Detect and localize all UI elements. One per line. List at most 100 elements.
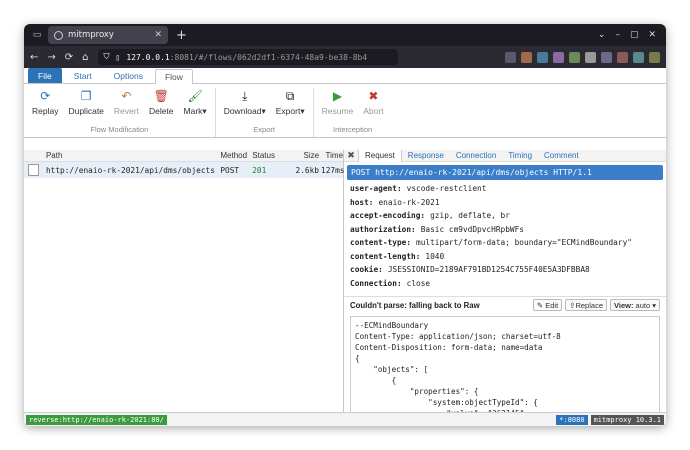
header-key: authorization: [350,224,416,234]
col-time[interactable]: Time [321,151,343,160]
resume-button[interactable]: ▶ Resume [320,88,356,124]
shield-icon[interactable]: ⛉ [104,52,110,62]
ribbon-group: ▶ Resume ✖ Abort Interception [320,88,392,137]
col-method[interactable]: Method [218,151,250,160]
header-row[interactable]: cookie: JSESSIONID=2189AF791BD1254C755F40… [350,263,660,277]
tab-options[interactable]: Options [104,68,153,83]
cell-time: 127ms [321,165,345,175]
request-body[interactable]: --ECMindBoundary Content-Type: applicati… [350,316,660,412]
header-key: Connection: [350,278,402,288]
browser-navbar: ← → ⟳ ⌂ ⛉ ▯ 127.0.0.1:8081/#/flows/062d2… [24,46,666,68]
extension-icon[interactable] [633,51,644,63]
tab-overview-icon[interactable]: ▭ [30,28,44,42]
forward-icon[interactable]: → [47,52,55,63]
button-label: Duplicate [68,106,104,116]
window-controls: ⌄ – ▢ ✕ [598,30,666,40]
button-label: Export▾ [275,106,305,116]
revert-button[interactable]: ↶ Revert [112,88,141,124]
request-line[interactable]: POST http://enaio-rk-2021/api/dms/object… [347,165,663,180]
replace-button[interactable]: ⇪Replace [565,299,607,311]
browser-tab[interactable]: mitmproxy ✕ [48,26,168,44]
download-button[interactable]: ⤓ Download▾ [222,88,268,124]
tab-request[interactable]: Request [358,150,402,162]
header-row[interactable]: Connection: close [350,277,660,291]
export-button[interactable]: ⧉ Export▾ [274,88,307,124]
minimize-icon[interactable]: ⌄ [598,30,606,40]
header-value: enaio-rk-2021 [378,197,440,207]
button-label: Delete [148,106,174,116]
duplicate-button[interactable]: ❐ Duplicate [66,88,105,124]
header-row[interactable]: content-type: multipart/form-data; bounda… [350,236,660,250]
tab-flow[interactable]: Flow [154,69,193,84]
home-icon[interactable]: ⌂ [82,52,88,63]
extension-icon[interactable] [521,51,532,63]
edit-button[interactable]: ✎ Edit [532,299,563,311]
tab-close-icon[interactable]: ✕ [154,30,162,40]
tab-connection[interactable]: Connection [450,150,502,162]
page-icon: ▯ [115,52,121,62]
url-bar[interactable]: ⛉ ▯ 127.0.0.1:8081/#/flows/062d2df1-6374… [97,49,398,65]
tab-timing[interactable]: Timing [502,150,538,162]
tab-start[interactable]: Start [64,68,102,83]
delete-button[interactable]: 🗑 Delete [147,88,176,124]
replay-button[interactable]: ⟳ Replay [30,88,60,124]
header-row[interactable]: authorization: Basic cm9vdDpvcHRpbWFs [350,223,660,237]
new-tab-icon[interactable]: + [176,28,187,43]
header-row[interactable]: accept-encoding: gzip, deflate, br [350,209,660,223]
extension-icon[interactable] [553,51,564,63]
header-row[interactable]: host: enaio-rk-2021 [350,196,660,210]
header-row[interactable]: user-agent: vscode-restclient [350,182,660,196]
revert-icon: ↶ [121,89,132,103]
tab-file[interactable]: File [28,68,62,83]
button-label: Resume [321,106,354,116]
extension-icon[interactable] [569,51,580,63]
view-mode-dropdown[interactable]: View: auto ▾ [610,299,660,311]
extension-icon[interactable] [601,51,612,63]
main-panel: Path Method Status Size Time http://enai… [24,150,666,412]
close-window-icon[interactable]: ✕ [648,30,656,40]
header-key: cookie: [350,265,383,275]
tab-comment[interactable]: Comment [538,150,585,162]
tab-title: mitmproxy [68,30,114,40]
group-title: Flow Modification [90,125,149,134]
button-label: Revert [113,106,139,116]
file-icon [24,164,44,176]
header-value: 1040 [425,251,445,261]
button-label: Abort [363,106,384,116]
extension-icon[interactable] [585,51,596,63]
col-path[interactable]: Path [44,151,218,160]
group-title: Export [253,125,275,134]
abort-icon: ✖ [368,89,379,103]
minimize-button-icon[interactable]: – [615,30,620,40]
header-key: accept-encoding: [350,211,426,221]
tab-favicon-icon [54,30,63,40]
col-status[interactable]: Status [250,151,283,160]
maximize-icon[interactable]: ▢ [630,30,639,40]
extension-icon[interactable] [505,51,516,63]
mark-button[interactable]: 🖌 Mark▾ [182,88,209,124]
flow-list: Path Method Status Size Time http://enai… [24,150,344,412]
abort-button[interactable]: ✖ Abort [361,88,385,124]
col-size[interactable]: Size [283,151,321,160]
mode-badge: reverse:http://enaio-rk-2021:80/ [26,414,167,425]
tab-response[interactable]: Response [402,150,450,162]
version-badge: mitmproxy 10.3.1 [590,414,664,425]
group-title: Interception [333,125,373,134]
header-value: JSESSIONID=2189AF791BD1254C755F40E5A3DFB… [387,265,590,275]
back-icon[interactable]: ← [30,52,38,63]
delete-icon: 🗑 [153,89,169,103]
header-key: host: [350,197,374,207]
flow-ribbon: ⟳ Replay ❐ Duplicate ↶ Revert 🗑 Delete 🖌 Mark▾ Flo… [24,84,666,138]
header-value: gzip, deflate, br [430,211,510,221]
header-row[interactable]: content-length: 1040 [350,250,660,264]
cell-method: POST [220,165,240,175]
extension-icons [505,51,660,63]
extension-icon[interactable] [649,51,660,63]
parse-message: Couldn't parse: falling back to Raw [350,300,480,310]
close-detail-icon[interactable]: ✖ [344,150,358,161]
extension-icon[interactable] [617,51,628,63]
extension-icon[interactable] [537,51,548,63]
download-icon: ⤓ [242,89,248,103]
table-row[interactable]: http://enaio-rk-2021/api/dms/objects POST… [24,162,345,178]
reload-icon[interactable]: ⟳ [65,52,73,63]
